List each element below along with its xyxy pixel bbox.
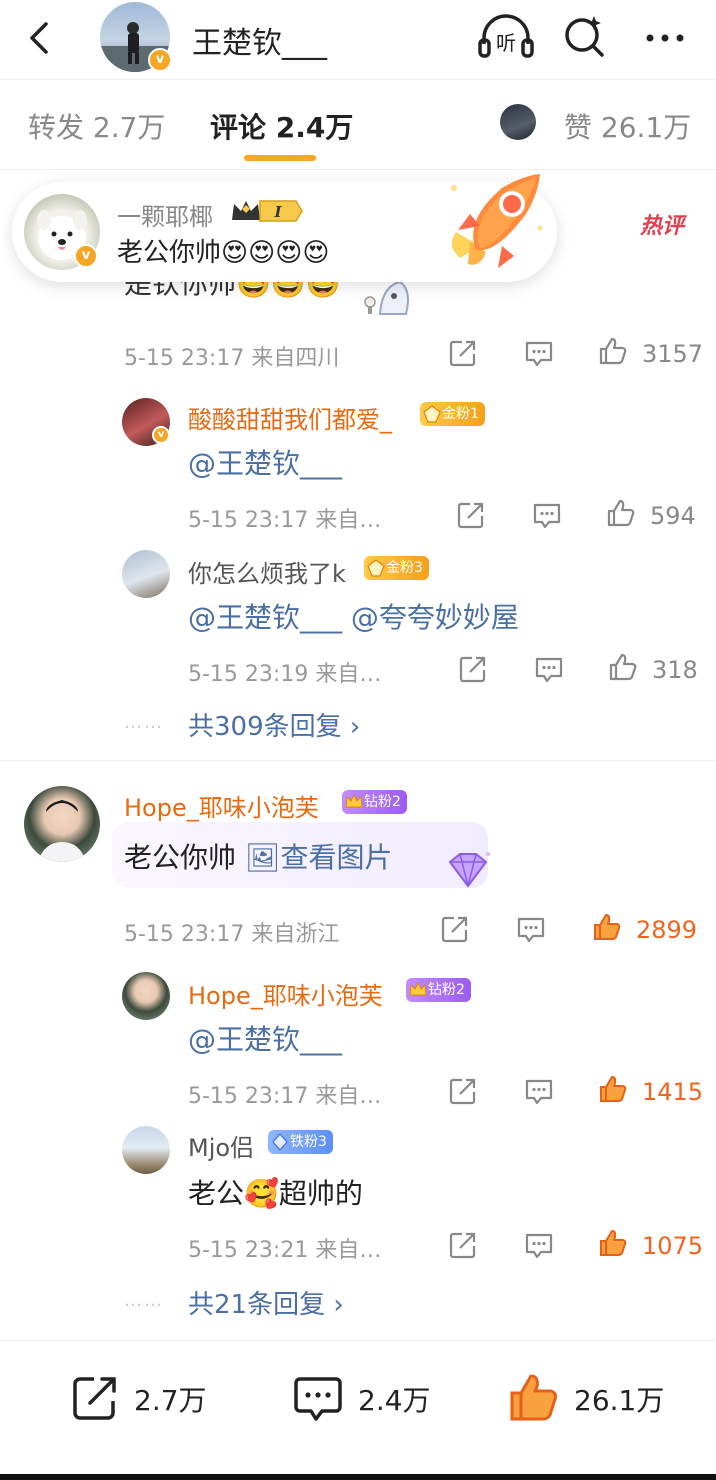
like-count: 594 [650,502,696,530]
reply-username[interactable]: 你怎么烦我了k [188,554,346,589]
verified-badge-icon: v [74,244,98,268]
fan-badge: 金粉3 [364,556,429,580]
repost-count[interactable]: 2.7万 [134,1379,207,1419]
reply-avatar[interactable] [122,550,170,598]
crown-icon [345,793,363,808]
commenter-name[interactable]: 一颗耶椰 [117,197,213,232]
share-icon[interactable] [448,1230,478,1260]
share-icon[interactable] [448,338,478,368]
like-icon[interactable] [606,498,636,528]
comment-text: 老公你帅 🖼查看图片 [124,836,392,876]
like-icon-active[interactable] [598,1228,628,1258]
fan-badge: 钻粉2 [342,790,407,814]
fan-badge-label: 金粉1 [442,406,479,422]
reply-avatar[interactable] [122,1126,170,1174]
view-image-link[interactable]: 🖼查看图片 [245,841,393,874]
tab-comments[interactable]: 评论 2.4万 [210,106,353,146]
like-count: 318 [652,656,698,684]
fan-badge-icon [423,405,441,423]
share-icon[interactable] [456,500,486,530]
tab-bar: 转发 2.7万 评论 2.4万 赞 26.1万 [0,80,716,170]
like-count: 1415 [642,1078,704,1106]
reply-username[interactable]: Mjo侣 [188,1128,254,1163]
reply-avatar[interactable] [122,972,170,1020]
crown-level-badge-icon: I [232,200,303,222]
diamond-decoration-icon [448,852,490,888]
reply-username[interactable]: 酸酸甜甜我们都爱_ [188,400,392,435]
rocket-icon [451,174,543,268]
reply-text[interactable]: @王楚钦___ [188,442,342,482]
reply-meta: 5-15 23:21 来自… [188,1238,382,1263]
comment-icon[interactable] [524,338,554,368]
top-bar: v 王楚钦___ 听 [0,0,716,80]
reply-text: 老公🥰超帅的 [188,1177,363,1210]
like-count: 2899 [636,916,698,944]
like-count[interactable]: 26.1万 [574,1379,664,1419]
comment-icon[interactable] [524,1230,554,1260]
like-count: 1075 [642,1232,704,1260]
reply-username[interactable]: Hope_耶味小泡芙 [188,976,383,1011]
sticker-decoration-icon [364,280,409,315]
headphones-icon[interactable]: 听 [476,12,536,62]
reply-text[interactable]: @王楚钦___ @夸夸妙妙屋 [188,596,519,636]
bottom-edge [0,1474,716,1480]
verified-badge-icon: v [148,48,172,72]
comment-icon[interactable] [524,1076,554,1106]
share-icon[interactable] [458,654,488,684]
page-title: 王楚钦___ [192,26,327,61]
listen-label: 听 [496,31,516,55]
back-icon[interactable] [20,18,60,58]
diamond-icon [272,1133,288,1151]
share-icon[interactable] [440,914,470,944]
hot-comment-tag: 热评 [640,214,685,239]
fan-badge-icon [367,559,385,577]
fan-badge-label: 钻粉2 [364,794,401,810]
fan-badge-label: 金粉3 [386,560,423,576]
comment-icon[interactable] [292,1373,344,1423]
bottom-action-bar: 2.7万 2.4万 26.1万 [0,1340,716,1470]
reply-meta: 5-15 23:17 来自… [188,1084,382,1109]
level-number: I [273,203,282,221]
more-replies-link[interactable]: 共21条回复 › [188,1284,344,1321]
like-icon[interactable] [608,652,638,682]
comment-meta: 5-15 23:17 来自四川 [124,346,340,371]
more-replies-link[interactable]: 共309条回复 › [188,706,360,743]
comment-body: 老公你帅 [124,841,237,874]
liker-avatar [500,104,536,140]
comment-divider [0,760,716,761]
verified-badge-icon: v [152,426,170,444]
comment-count[interactable]: 2.4万 [358,1379,431,1419]
commenter-avatar[interactable] [24,786,100,862]
search-icon[interactable] [560,12,610,62]
comment-meta: 5-15 23:17 来自浙江 [124,922,340,947]
fan-badge: 钻粉2 [406,978,471,1002]
fan-badge-label: 铁粉3 [290,1134,327,1150]
like-icon-active[interactable] [592,912,622,942]
more-icon[interactable] [640,18,690,58]
like-icon-active[interactable] [508,1373,560,1423]
active-tab-indicator [244,155,316,161]
fan-badge: 金粉1 [420,402,485,426]
like-icon[interactable] [598,336,628,366]
comment-icon[interactable] [532,500,562,530]
reply-meta: 5-15 23:17 来自… [188,508,382,533]
fan-badge: 铁粉3 [268,1130,333,1154]
crown-icon [409,981,427,996]
like-count: 3157 [642,340,704,368]
fan-badge-label: 钻粉2 [428,982,465,998]
share-icon[interactable] [448,1076,478,1106]
comment-icon[interactable] [516,914,546,944]
comment-icon[interactable] [534,654,564,684]
more-replies-dots: …… [124,1290,164,1311]
like-icon-active[interactable] [598,1074,628,1104]
hot-comment-text: 老公你帅😍😍😍😍 [117,238,330,268]
reply-meta: 5-15 23:19 来自… [188,662,382,687]
repost-icon[interactable] [70,1373,122,1423]
commenter-name[interactable]: Hope_耶味小泡芙 [124,788,319,823]
more-replies-dots: …… [124,712,164,733]
tab-repost[interactable]: 转发 2.7万 [28,106,165,146]
reply-text[interactable]: @王楚钦___ [188,1018,342,1058]
tab-likes[interactable]: 赞 26.1万 [564,106,691,146]
